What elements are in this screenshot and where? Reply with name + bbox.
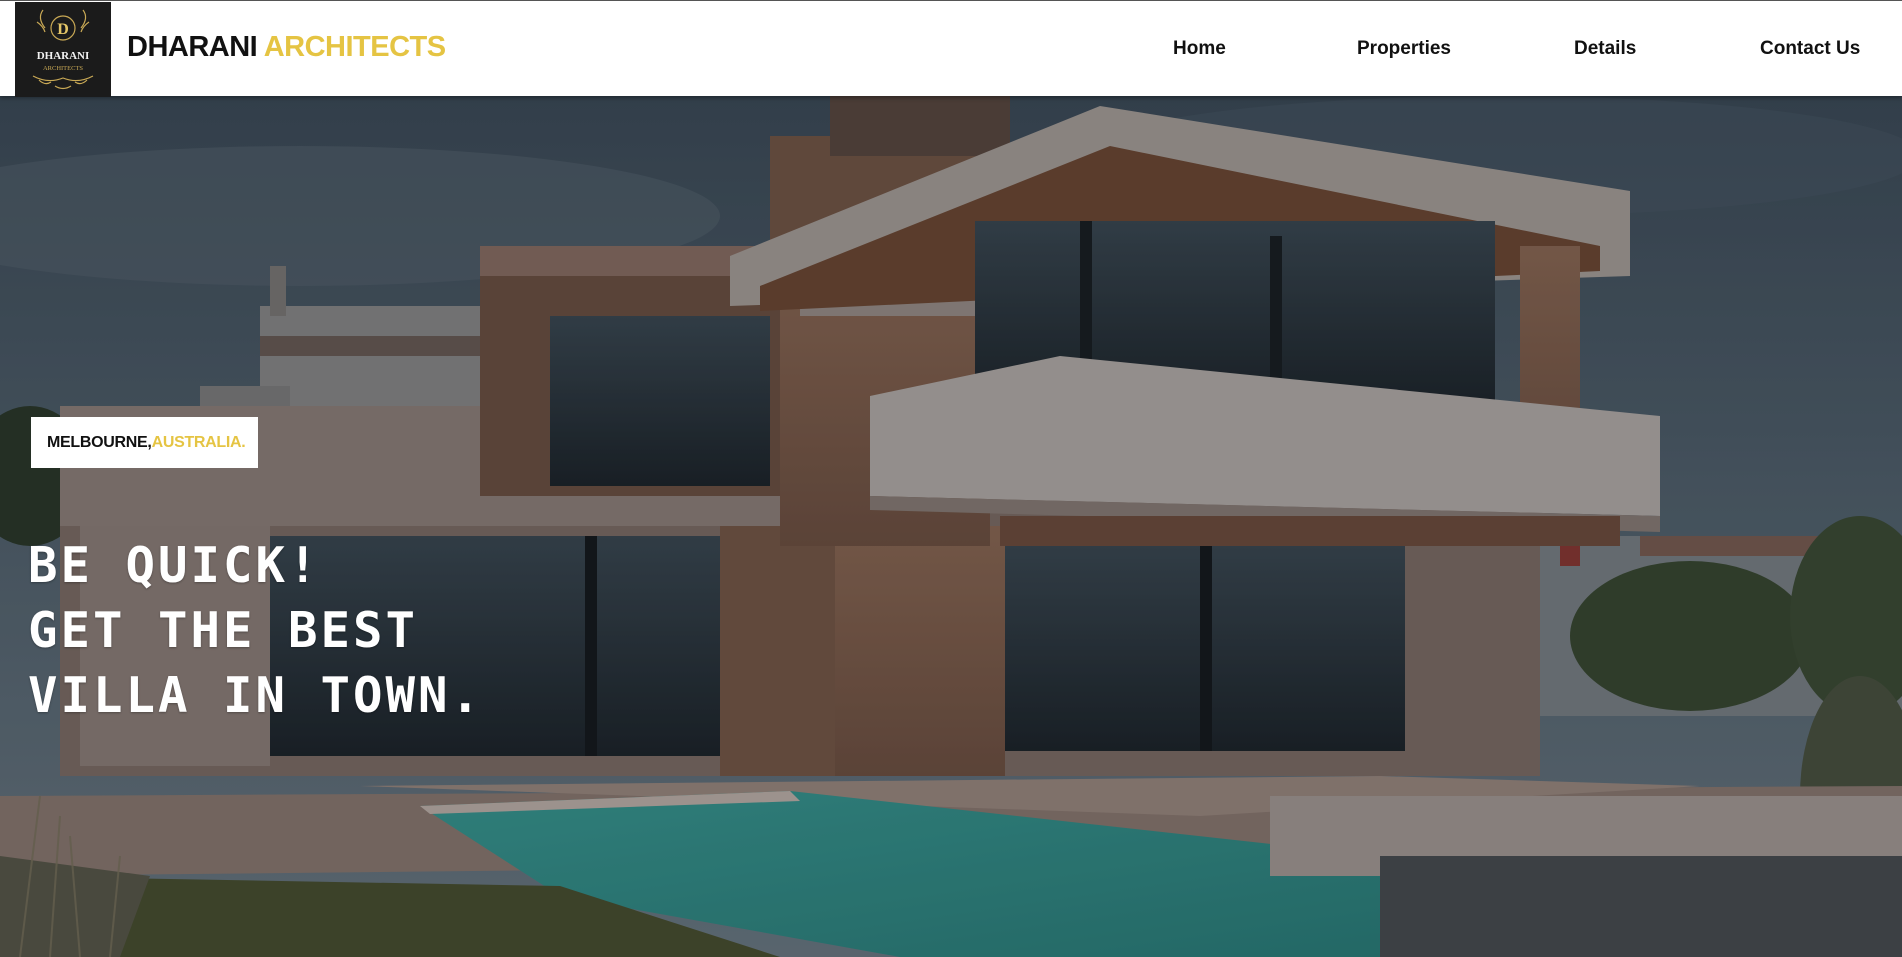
hero-villa-image	[0, 96, 1902, 957]
logo[interactable]: D DHARANI ARCHITECTS	[15, 2, 111, 97]
logo-crest-icon: D DHARANI ARCHITECTS	[32, 9, 94, 90]
headline-line-1: BE QUICK!	[28, 537, 321, 594]
logo-monogram: D	[57, 21, 69, 38]
logo-sub: ARCHITECTS	[43, 65, 83, 72]
location-city: MELBOURNE,	[47, 433, 152, 451]
brand-part-2: ARCHITECTS	[263, 31, 446, 63]
location-tag: MELBOURNE, AUSTRALIA.	[31, 417, 258, 468]
headline-line-3: VILLA IN TOWN.	[28, 667, 484, 724]
hero-section: MELBOURNE, AUSTRALIA. BE QUICK! GET THE B…	[0, 96, 1902, 957]
nav-contact-us[interactable]: Contact Us	[1760, 39, 1860, 58]
hero-headline: BE QUICK! GET THE BEST VILLA IN TOWN.	[28, 533, 483, 728]
headline-line-2: GET THE BEST	[28, 602, 419, 659]
brand-name[interactable]: DHARANI ARCHITECTS	[127, 33, 446, 62]
location-country: AUSTRALIA.	[151, 433, 246, 451]
logo-name: DHARANI	[37, 50, 90, 62]
page: D DHARANI ARCHITECTS DHARANI ARCHITECTS …	[0, 0, 1902, 957]
nav-properties[interactable]: Properties	[1357, 39, 1451, 58]
site-header: D DHARANI ARCHITECTS DHARANI ARCHITECTS …	[0, 0, 1902, 97]
brand-part-1: DHARANI	[127, 31, 258, 63]
nav-details[interactable]: Details	[1574, 39, 1636, 58]
nav-home[interactable]: Home	[1173, 39, 1226, 58]
